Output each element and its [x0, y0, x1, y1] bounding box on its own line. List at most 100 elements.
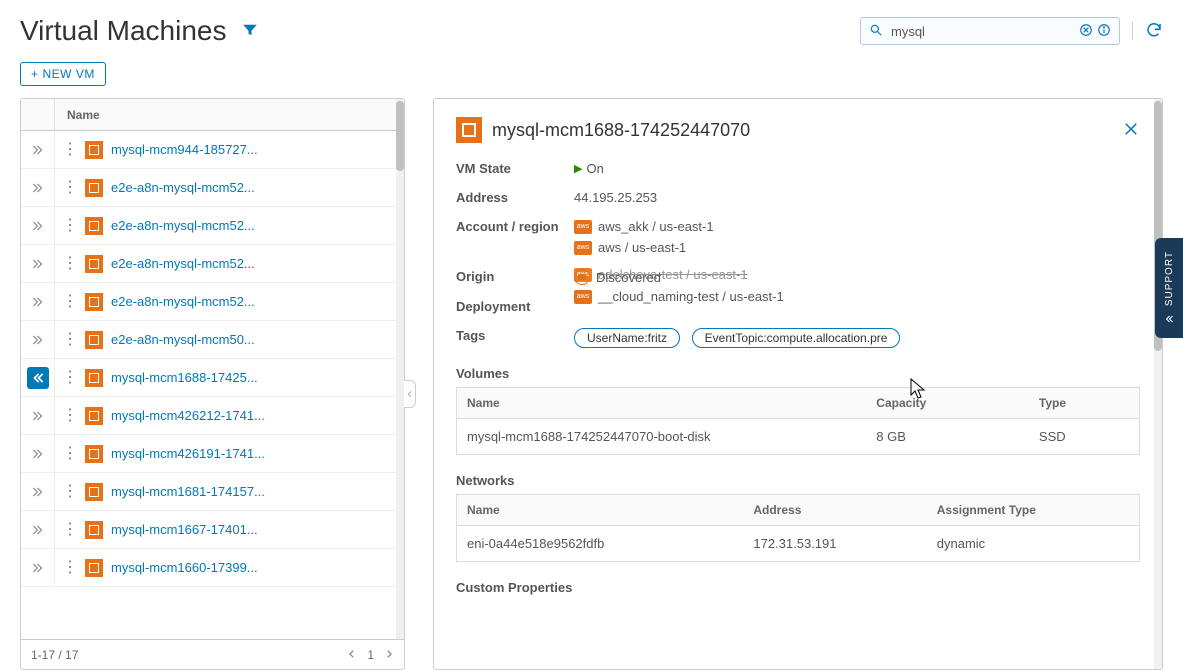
clear-search-icon[interactable] — [1079, 23, 1093, 40]
expand-row-icon[interactable] — [27, 253, 49, 275]
vm-row[interactable]: ⋮ mysql-mcm426191-1741... — [21, 435, 404, 473]
filter-icon[interactable] — [241, 21, 259, 42]
vm-name-text: mysql-mcm426191-1741... — [111, 446, 265, 461]
vm-name-text: e2e-a8n-mysql-mcm52... — [111, 180, 255, 195]
vm-row[interactable]: ⋮ e2e-a8n-mysql-mcm52... — [21, 169, 404, 207]
table-row: mysql-mcm1688-174252447070-boot-disk 8 G… — [457, 419, 1140, 455]
vm-name-link[interactable]: mysql-mcm1660-17399... — [85, 559, 258, 577]
row-actions-icon[interactable]: ⋮ — [55, 218, 85, 234]
vm-icon — [85, 521, 103, 539]
value-vm-state: On — [586, 161, 603, 176]
search-info-icon[interactable] — [1097, 23, 1111, 40]
vm-name-text: e2e-a8n-mysql-mcm52... — [111, 294, 255, 309]
cell-net-atype: dynamic — [927, 526, 1140, 562]
detail-scrollbar[interactable] — [1154, 99, 1162, 669]
expand-row-icon[interactable] — [27, 329, 49, 351]
label-account-region: Account / region — [456, 219, 574, 234]
vm-row[interactable]: ⋮mysql-mcm1660-17399... — [21, 549, 404, 587]
vm-icon — [456, 117, 482, 143]
vm-name-link[interactable]: mysql-mcm1688-17425... — [85, 369, 258, 387]
list-header: Name — [21, 99, 404, 131]
vm-name-link[interactable]: e2e-a8n-mysql-mcm52... — [85, 179, 255, 197]
expand-row-icon[interactable] — [27, 443, 49, 465]
row-actions-icon[interactable]: ⋮ — [55, 446, 85, 462]
vm-row[interactable]: ⋮ mysql-mcm1688-17425... — [21, 359, 404, 397]
new-vm-button[interactable]: + NEW VM — [20, 62, 106, 86]
vm-icon — [85, 407, 103, 425]
vm-detail-panel: mysql-mcm1688-174252447070 VM State ▶ On… — [433, 98, 1163, 670]
col-net-atype: Assignment Type — [927, 495, 1140, 526]
vm-name-link[interactable]: mysql-mcm426191-1741... — [85, 445, 265, 463]
collapse-row-icon[interactable] — [27, 367, 49, 389]
expand-row-icon[interactable] — [27, 215, 49, 237]
vm-name-link[interactable]: e2e-a8n-mysql-mcm52... — [85, 255, 255, 273]
vm-row[interactable]: ⋮e2e-a8n-mysql-mcm50... — [21, 321, 404, 359]
detail-title: mysql-mcm1688-174252447070 — [492, 120, 750, 141]
vm-name-link[interactable]: e2e-a8n-mysql-mcm52... — [85, 217, 255, 235]
plus-icon: + — [31, 67, 39, 81]
new-vm-label: NEW VM — [43, 67, 95, 81]
page-prev-icon[interactable] — [347, 648, 357, 662]
cell-vol-capacity: 8 GB — [866, 419, 1029, 455]
expand-row-icon[interactable] — [27, 557, 49, 579]
list-footer: 1-17 / 17 1 — [21, 639, 404, 669]
vm-row[interactable]: ⋮mysql-mcm944-185727... — [21, 131, 404, 169]
vm-icon — [85, 179, 103, 197]
vm-row[interactable]: ⋮ e2e-a8n-mysql-mcm52... — [21, 245, 404, 283]
expand-row-icon[interactable] — [27, 481, 49, 503]
vm-row[interactable]: ⋮ e2e-a8n-mysql-mcm52... — [21, 207, 404, 245]
expand-row-icon[interactable] — [27, 139, 49, 161]
column-name-header[interactable]: Name — [55, 108, 100, 122]
vm-icon — [85, 331, 103, 349]
vm-name-link[interactable]: mysql-mcm1667-17401... — [85, 521, 258, 539]
close-icon[interactable] — [1122, 120, 1140, 141]
row-actions-icon[interactable]: ⋮ — [55, 294, 85, 310]
vm-row[interactable]: ⋮mysql-mcm1667-17401... — [21, 511, 404, 549]
tag-pill[interactable]: UserName:fritz — [574, 328, 680, 348]
label-tags: Tags — [456, 328, 574, 343]
search-box[interactable] — [860, 17, 1120, 45]
expand-row-icon[interactable] — [27, 291, 49, 313]
vm-icon — [85, 141, 103, 159]
row-actions-icon[interactable]: ⋮ — [55, 332, 85, 348]
account-line: aws_akk / us-east-1 — [598, 219, 714, 234]
vm-name-link[interactable]: mysql-mcm1681-174157... — [85, 483, 265, 501]
list-scrollbar[interactable] — [396, 99, 404, 639]
support-tab[interactable]: SUPPORT — [1155, 238, 1183, 338]
expand-row-icon[interactable] — [27, 405, 49, 427]
row-actions-icon[interactable]: ⋮ — [55, 370, 85, 386]
vm-name-link[interactable]: e2e-a8n-mysql-mcm50... — [85, 331, 255, 349]
label-vm-state: VM State — [456, 161, 574, 176]
vm-name-link[interactable]: e2e-a8n-mysql-mcm52... — [85, 293, 255, 311]
vm-name-text: e2e-a8n-mysql-mcm52... — [111, 218, 255, 233]
collapse-handle[interactable] — [404, 380, 416, 408]
expand-row-icon[interactable] — [27, 519, 49, 541]
row-actions-icon[interactable]: ⋮ — [55, 256, 85, 272]
vm-row[interactable]: ⋮ e2e-a8n-mysql-mcm52... — [21, 283, 404, 321]
vm-name-text: mysql-mcm1688-17425... — [111, 370, 258, 385]
vm-name-text: e2e-a8n-mysql-mcm52... — [111, 256, 255, 271]
vm-name-link[interactable]: mysql-mcm944-185727... — [85, 141, 258, 159]
row-actions-icon[interactable]: ⋮ — [55, 142, 85, 158]
table-row: eni-0a44e518e9562fdfb 172.31.53.191 dyna… — [457, 526, 1140, 562]
networks-table: Name Address Assignment Type eni-0a44e51… — [456, 494, 1140, 562]
row-actions-icon[interactable]: ⋮ — [55, 408, 85, 424]
account-line: __cloud_naming-test / us-east-1 — [598, 289, 784, 304]
label-address: Address — [456, 190, 574, 205]
row-actions-icon[interactable]: ⋮ — [55, 484, 85, 500]
row-actions-icon[interactable]: ⋮ — [55, 180, 85, 196]
tag-pill[interactable]: EventTopic:compute.allocation.pre — [692, 328, 901, 348]
row-actions-icon[interactable]: ⋮ — [55, 522, 85, 538]
expand-row-icon[interactable] — [27, 177, 49, 199]
row-actions-icon[interactable]: ⋮ — [55, 560, 85, 576]
search-input[interactable] — [889, 23, 1075, 40]
vm-row[interactable]: ⋮mysql-mcm426212-1741... — [21, 397, 404, 435]
vm-name-link[interactable]: mysql-mcm426212-1741... — [85, 407, 265, 425]
pagination-range: 1-17 / 17 — [31, 648, 78, 662]
aws-badge-icon: aws — [574, 241, 592, 255]
vm-list-panel: Name ⋮mysql-mcm944-185727...⋮e2e-a8n-mys… — [20, 98, 405, 670]
refresh-icon[interactable] — [1145, 21, 1163, 42]
cell-vol-type: SSD — [1029, 419, 1140, 455]
page-next-icon[interactable] — [384, 648, 394, 662]
vm-row[interactable]: ⋮mysql-mcm1681-174157... — [21, 473, 404, 511]
